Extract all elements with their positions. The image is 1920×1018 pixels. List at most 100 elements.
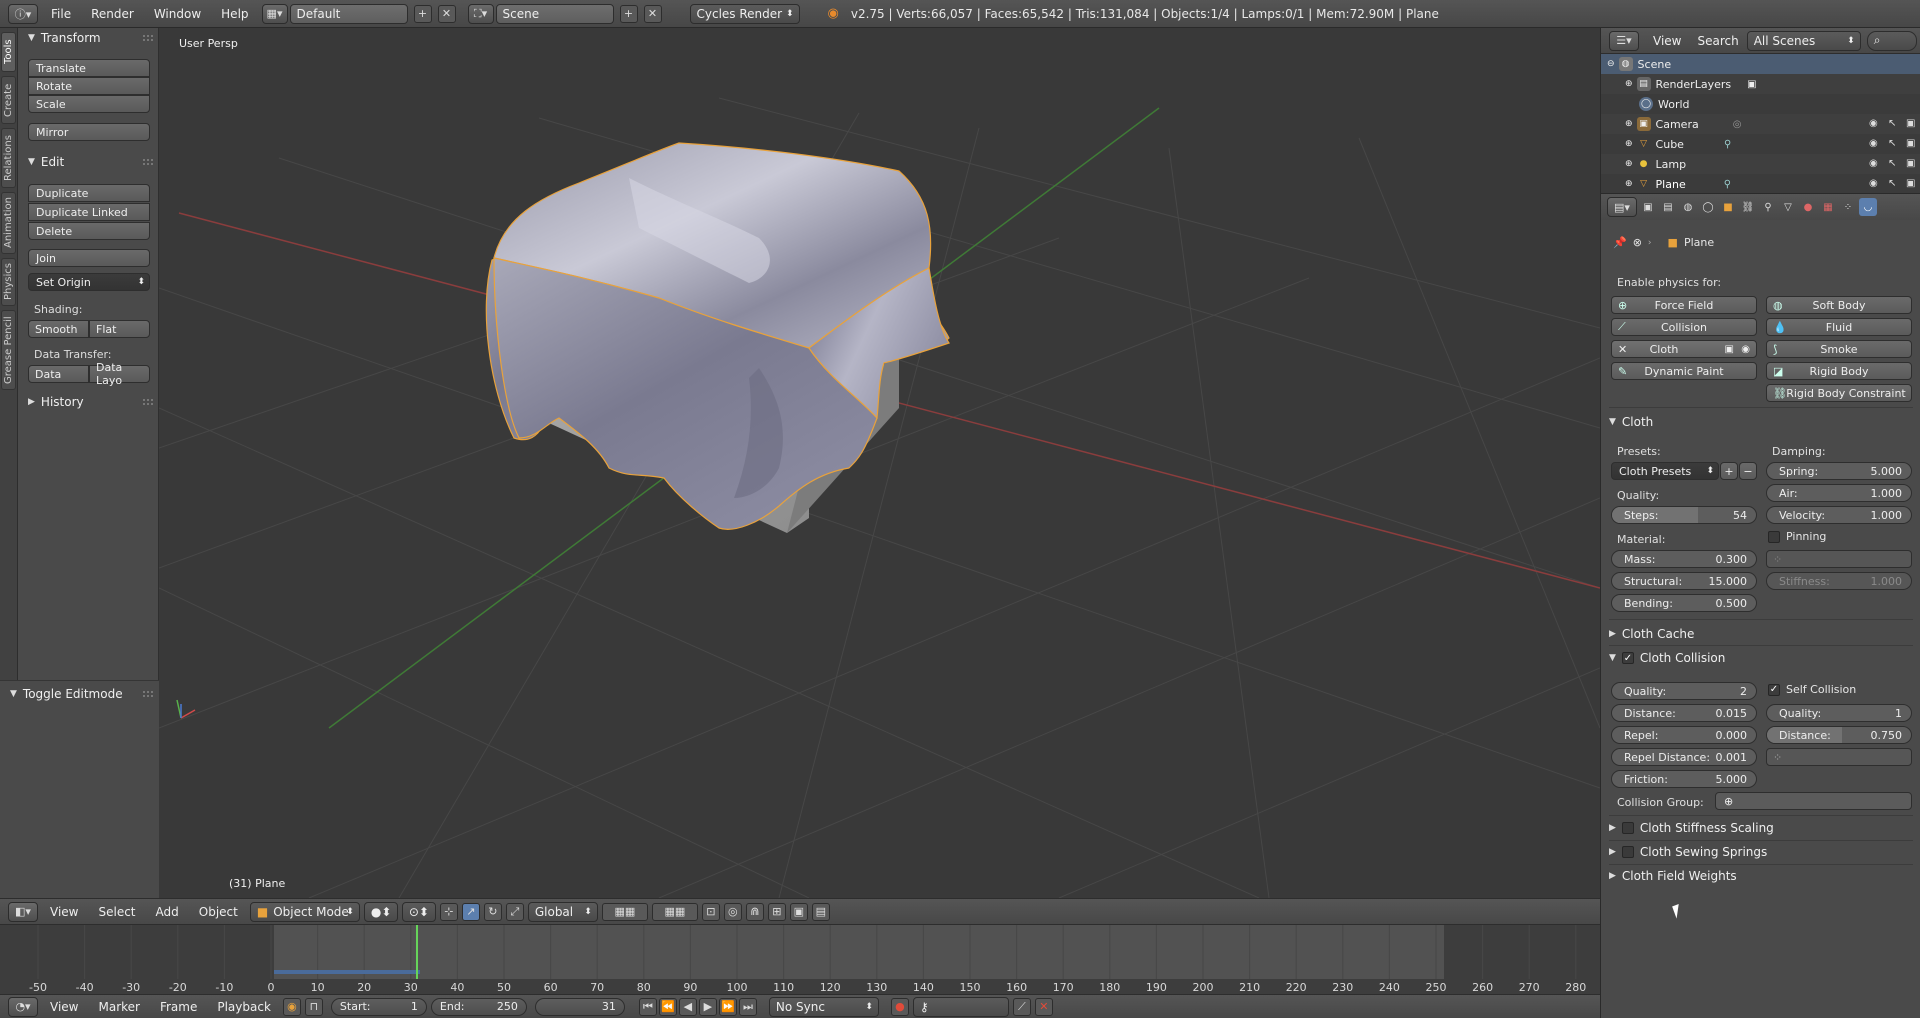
end-frame-field[interactable]: End: 250 [430, 997, 527, 1016]
transform-panel-header[interactable]: ▼ Transform [18, 28, 159, 48]
grip-icon[interactable] [143, 691, 153, 697]
cloth-presets-dropdown[interactable]: Cloth Presets ⬍ [1611, 462, 1719, 480]
pin-icon[interactable]: 📌 [1613, 236, 1627, 249]
eye-icon[interactable]: ◉ [1741, 344, 1750, 355]
pin-group-field[interactable]: ⁘ [1766, 550, 1912, 568]
play-button[interactable]: ▶ [698, 997, 717, 1016]
rotate-button[interactable]: Rotate [28, 77, 150, 95]
grip-icon[interactable] [143, 159, 153, 165]
menu-render[interactable]: Render [84, 7, 141, 21]
play-reverse-button[interactable]: ◀ [678, 997, 697, 1016]
air-damping-field[interactable]: Air: 1.000 [1766, 484, 1912, 502]
steps-slider[interactable]: Steps: 54 [1611, 506, 1757, 524]
rotate-manipulator[interactable]: ↻ [483, 902, 502, 921]
lock-camera-button[interactable]: ⊡ [701, 902, 720, 921]
data-transfer-button[interactable]: Data [28, 365, 89, 383]
outliner-row-world[interactable]: ◯ World [1601, 94, 1920, 114]
cursor-icon[interactable]: ↖ [1888, 118, 1896, 129]
stiffness-scaling-panel-header[interactable]: ▶ Cloth Stiffness Scaling [1609, 818, 1913, 838]
add-scene-button[interactable]: + [619, 4, 638, 23]
current-frame-field[interactable]: 31 [534, 997, 625, 1016]
outliner-display-mode-dropdown[interactable]: All Scenes ⬍ [1746, 30, 1861, 51]
flat-button[interactable]: Flat [89, 320, 150, 338]
tab-constraints[interactable]: ⛓ [1739, 198, 1757, 216]
viewport-shading-dropdown[interactable]: ●⬍ [363, 901, 398, 922]
jump-end-button[interactable]: ⏭ [738, 997, 757, 1016]
rigid-body-constraint-button[interactable]: ⛓ Rigid Body Constraint [1766, 384, 1912, 402]
proportional-edit-button[interactable]: ◎ [723, 902, 742, 921]
next-keyframe-button[interactable]: ⏩ [718, 997, 737, 1016]
tab-material[interactable]: ● [1799, 198, 1817, 216]
eye-icon[interactable]: ◉ [1869, 138, 1878, 149]
jump-start-button[interactable]: ⏮ [638, 997, 657, 1016]
tab-scene[interactable]: ◍ [1679, 198, 1697, 216]
eye-icon[interactable]: ◉ [1869, 118, 1878, 129]
preview-range-button[interactable]: ◉ [282, 997, 301, 1016]
mode-dropdown[interactable]: ■ Object Mode ⬍ [249, 901, 360, 922]
tab-object[interactable]: ■ [1719, 198, 1737, 216]
collision-distance-field[interactable]: Distance: 0.015 [1611, 704, 1757, 722]
editor-type-timeline-button[interactable]: ◔▾ [8, 996, 38, 1017]
tab-create[interactable]: Create [1, 76, 16, 124]
menu-timeline-view[interactable]: View [42, 1000, 86, 1014]
self-collision-checkbox[interactable]: ✓ Self Collision [1768, 683, 1856, 696]
friction-field[interactable]: Friction: 5.000 [1611, 770, 1757, 788]
menu-object[interactable]: Object [191, 905, 246, 919]
menu-view[interactable]: View [42, 905, 86, 919]
repel-field[interactable]: Repel: 0.000 [1611, 726, 1757, 744]
screen-layout-field[interactable]: Default [289, 3, 408, 24]
render-toggle-icon[interactable]: ▣ [1906, 178, 1915, 189]
snap-element-dropdown[interactable]: ⊞ [767, 902, 786, 921]
render-toggle-icon[interactable]: ▣ [1906, 118, 1915, 129]
start-frame-field[interactable]: Start: 1 [330, 997, 427, 1016]
checkmark-icon[interactable]: ✓ [1621, 652, 1634, 664]
scale-manipulator[interactable]: ⤢ [505, 902, 524, 921]
spring-damping-field[interactable]: Spring: 5.000 [1766, 462, 1912, 480]
duplicate-linked-button[interactable]: Duplicate Linked [28, 203, 150, 221]
lock-range-button[interactable]: ⊓ [304, 997, 323, 1016]
menu-add[interactable]: Add [148, 905, 187, 919]
checkbox-icon[interactable] [1621, 846, 1634, 858]
eye-icon[interactable]: ◉ [1869, 178, 1878, 189]
delete-button[interactable]: Delete [28, 222, 150, 240]
editor-type-properties-button[interactable]: ▤▾ [1607, 197, 1637, 217]
delete-layout-button[interactable]: ✕ [437, 4, 456, 23]
cloth-cache-panel-header[interactable]: ▶ Cloth Cache [1609, 624, 1913, 644]
tab-tools[interactable]: Tools [1, 32, 16, 72]
layers-grid-a[interactable]: ▦▦ [601, 902, 648, 921]
add-layout-button[interactable]: + [413, 4, 432, 23]
pin-stiffness-field[interactable]: Stiffness: 1.000 [1766, 572, 1912, 590]
pinning-checkbox[interactable]: Pinning [1768, 530, 1826, 543]
layers-grid-b[interactable]: ▦▦ [651, 902, 698, 921]
outliner-menu-search[interactable]: Search [1695, 34, 1740, 48]
scale-button[interactable]: Scale [28, 95, 150, 113]
viewport-canvas[interactable] [159, 28, 1600, 898]
join-button[interactable]: Join [28, 249, 150, 267]
3d-viewport[interactable]: User Persp (31) Plane [159, 28, 1600, 898]
cursor-icon[interactable]: ↖ [1888, 158, 1896, 169]
tab-texture[interactable]: ▦ [1819, 198, 1837, 216]
structural-field[interactable]: Structural: 15.000 [1611, 572, 1757, 590]
data-layout-button[interactable]: Data Layo [89, 361, 150, 387]
tab-render-layers[interactable]: ▤ [1659, 198, 1677, 216]
cursor-icon[interactable]: ↖ [1888, 178, 1896, 189]
menu-marker[interactable]: Marker [90, 1000, 147, 1014]
translate-button[interactable]: Translate [28, 59, 150, 77]
bending-field[interactable]: Bending: 0.500 [1611, 594, 1757, 612]
manipulator-toggle[interactable]: ⊹ [439, 902, 458, 921]
translate-manipulator[interactable]: ↗ [461, 902, 480, 921]
menu-window[interactable]: Window [147, 7, 208, 21]
soft-body-button[interactable]: ◍ Soft Body [1766, 296, 1912, 314]
sewing-springs-panel-header[interactable]: ▶ Cloth Sewing Springs [1609, 842, 1913, 862]
tab-animation[interactable]: Animation [1, 192, 16, 254]
tab-render[interactable]: ▣ [1639, 198, 1657, 216]
tab-particles[interactable]: ⁘ [1839, 198, 1857, 216]
remove-preset-button[interactable]: − [1739, 462, 1757, 480]
tab-world[interactable]: ◯ [1699, 198, 1717, 216]
duplicate-button[interactable]: Duplicate [28, 184, 150, 202]
screen-layout-button[interactable]: ▦▾ [261, 3, 288, 24]
pivot-dropdown[interactable]: ⊙⬍ [401, 901, 436, 922]
menu-select[interactable]: Select [90, 905, 143, 919]
fluid-button[interactable]: 💧 Fluid [1766, 318, 1912, 336]
timeline-editor[interactable]: -50 -40 -30 -20 -10 0 10 20 30 40 50 60 70 80 90 100 110… [0, 924, 1600, 994]
